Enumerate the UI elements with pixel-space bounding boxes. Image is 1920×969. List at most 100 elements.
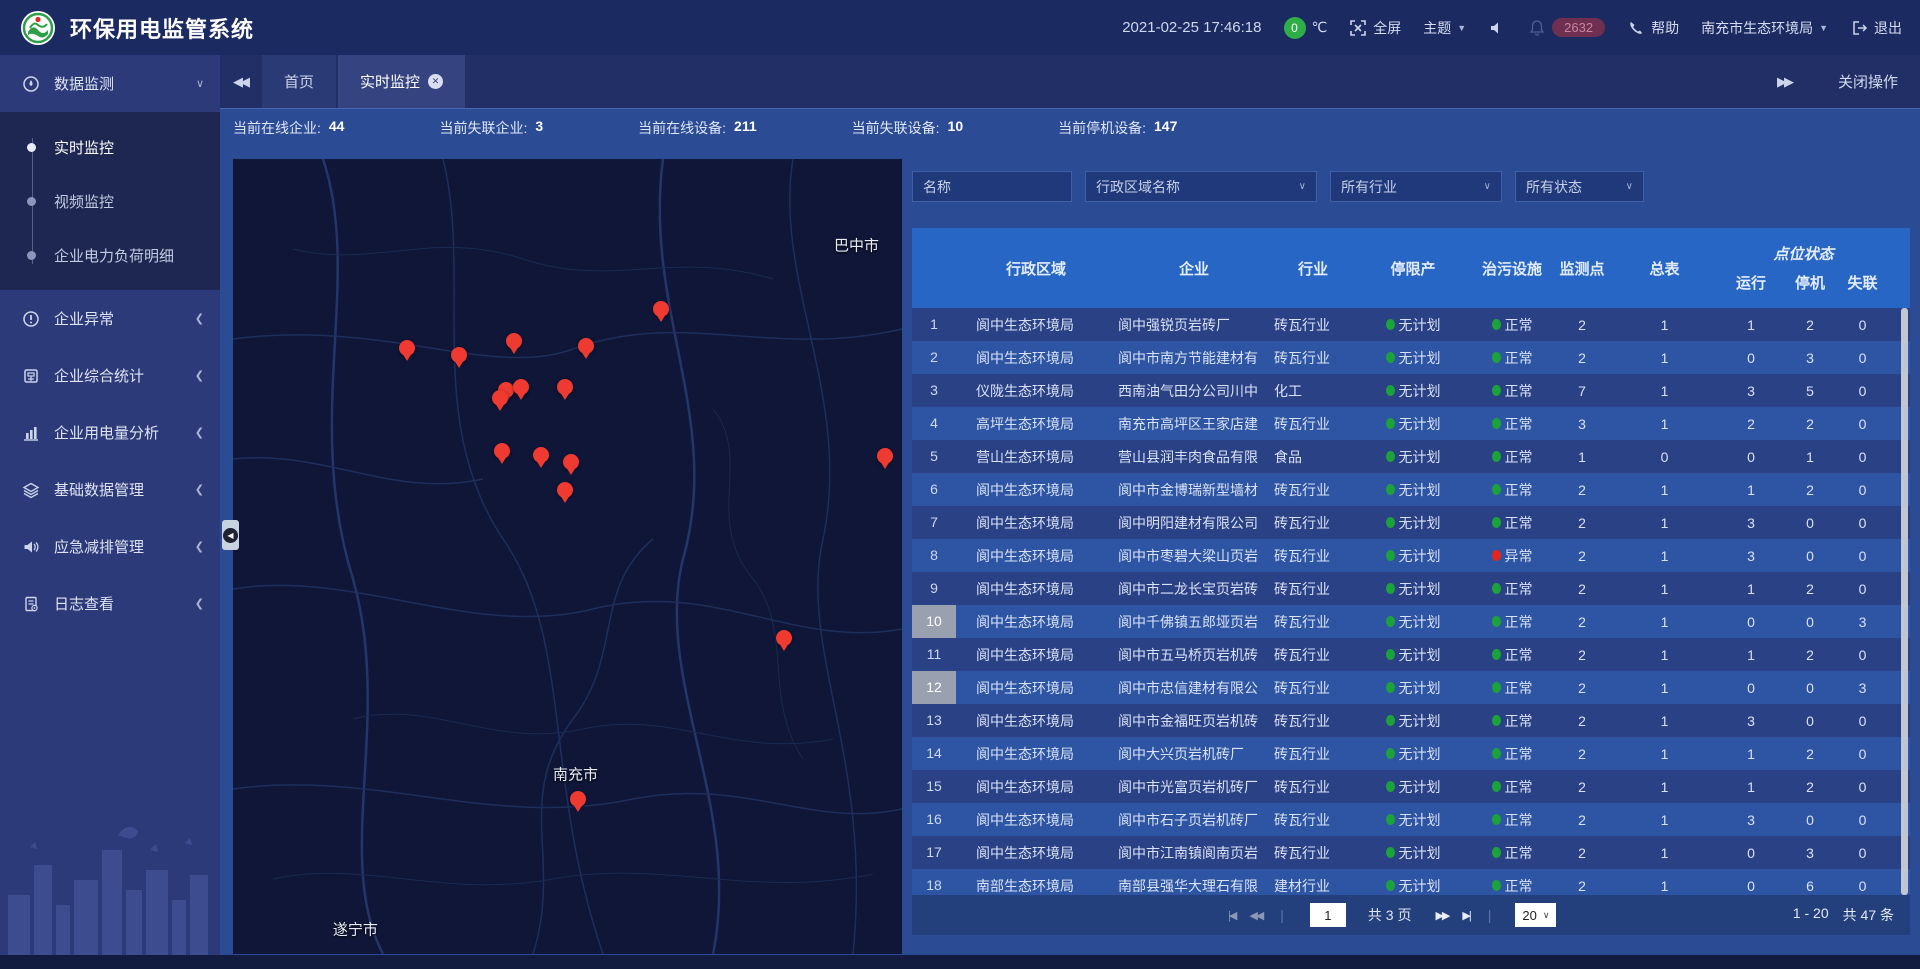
sidebar-item-视频监控[interactable]: 视频监控 bbox=[0, 174, 220, 228]
table-row[interactable]: 7 阆中生态环境局 阆中明阳建材有限公司 砖瓦行业 无计划 正常 2 1 3 0… bbox=[912, 506, 1910, 539]
cell-stop: 0 bbox=[1785, 680, 1835, 696]
sidebar-group-基础数据管理[interactable]: 基础数据管理 ❮ bbox=[0, 461, 220, 518]
mute-button[interactable] bbox=[1488, 19, 1506, 37]
table-row[interactable]: 16 阆中生态环境局 阆中市石子页岩机砖厂 砖瓦行业 无计划 正常 2 1 3 … bbox=[912, 803, 1910, 836]
status-select[interactable]: 所有状态∨ bbox=[1515, 171, 1644, 202]
sidebar-group-企业用电量分析[interactable]: 企业用电量分析 ❮ bbox=[0, 404, 220, 461]
sidebar-item-实时监控[interactable]: 实时监控 bbox=[0, 120, 220, 174]
cell-lost: 0 bbox=[1835, 746, 1890, 762]
map-pin[interactable] bbox=[557, 482, 573, 498]
close-operations-button[interactable]: 关闭操作 bbox=[1838, 71, 1898, 92]
org-dropdown[interactable]: 南充市生态环境局▼ bbox=[1701, 18, 1828, 38]
sidebar-group-应急减排管理[interactable]: 应急减排管理 ❮ bbox=[0, 518, 220, 575]
map-pin[interactable] bbox=[513, 379, 529, 395]
industry-select[interactable]: 所有行业∨ bbox=[1330, 171, 1502, 202]
map-pin[interactable] bbox=[563, 454, 579, 470]
notifications[interactable]: 2632 bbox=[1528, 18, 1605, 37]
sidebar-group-企业异常[interactable]: 企业异常 ❮ bbox=[0, 290, 220, 347]
next-page-button[interactable]: ▶▶ bbox=[1435, 909, 1448, 922]
name-search-input[interactable] bbox=[923, 179, 1061, 195]
table-row[interactable]: 8 阆中生态环境局 阆中市枣碧大梁山页岩 砖瓦行业 无计划 异常 2 1 3 0… bbox=[912, 539, 1910, 572]
page-size-select[interactable]: 20∨ bbox=[1515, 903, 1556, 927]
cell-stop: 2 bbox=[1785, 317, 1835, 333]
first-page-button[interactable]: |◀ bbox=[1228, 909, 1235, 922]
sidebar-group-数据监测[interactable]: 数据监测 ∨ bbox=[0, 55, 220, 112]
table-row[interactable]: 15 阆中生态环境局 阆中市光富页岩机砖厂 砖瓦行业 无计划 正常 2 1 1 … bbox=[912, 770, 1910, 803]
chevron-icon: ❮ bbox=[195, 483, 204, 496]
cell-index: 3 bbox=[912, 374, 956, 407]
cell-company: 西南油气田分公司川中 bbox=[1116, 381, 1272, 401]
theme-dropdown[interactable]: 主题▼ bbox=[1423, 18, 1466, 38]
sidebar-item-企业电力负荷明细[interactable]: 企业电力负荷明细 bbox=[0, 228, 220, 282]
table-row[interactable]: 3 仪陇生态环境局 西南油气田分公司川中 化工 无计划 正常 7 1 3 5 0 bbox=[912, 374, 1910, 407]
cell-run: 3 bbox=[1717, 515, 1785, 531]
map-pin[interactable] bbox=[776, 630, 792, 646]
map-pin[interactable] bbox=[570, 791, 586, 807]
fullscreen-button[interactable]: 全屏 bbox=[1349, 18, 1401, 38]
table-row[interactable]: 5 营山生态环境局 营山县润丰肉食品有限 食品 无计划 正常 1 0 0 1 0 bbox=[912, 440, 1910, 473]
name-search-field[interactable] bbox=[912, 171, 1072, 202]
table-scrollbar[interactable] bbox=[1901, 308, 1908, 895]
prev-page-button[interactable]: ◀◀ bbox=[1249, 909, 1262, 922]
cell-meters: 1 bbox=[1612, 845, 1717, 861]
sidebar-group-日志查看[interactable]: 日志查看 ❮ bbox=[0, 575, 220, 632]
map-pin[interactable] bbox=[494, 443, 510, 459]
status-dot bbox=[1492, 451, 1501, 462]
table-row[interactable]: 13 阆中生态环境局 阆中市金福旺页岩机砖 砖瓦行业 无计划 正常 2 1 3 … bbox=[912, 704, 1910, 737]
map-pin[interactable] bbox=[557, 379, 573, 395]
map-pin[interactable] bbox=[533, 447, 549, 463]
chart-icon bbox=[22, 424, 40, 442]
tabs-scroll-left-button[interactable]: ◀◀ bbox=[220, 55, 260, 108]
map-pin[interactable] bbox=[492, 390, 508, 406]
cell-industry: 砖瓦行业 bbox=[1272, 414, 1354, 434]
map-pin[interactable] bbox=[653, 301, 669, 317]
table-row[interactable]: 11 阆中生态环境局 阆中市五马桥页岩机砖 砖瓦行业 无计划 正常 2 1 1 … bbox=[912, 638, 1910, 671]
table-row[interactable]: 4 高坪生态环境局 南充市高坪区王家店建 砖瓦行业 无计划 正常 3 1 2 2… bbox=[912, 407, 1910, 440]
table-row[interactable]: 1 阆中生态环境局 阆中强锐页岩砖厂 砖瓦行业 无计划 正常 2 1 1 2 0 bbox=[912, 308, 1910, 341]
table-row[interactable]: 17 阆中生态环境局 阆中市江南镇阆南页岩 砖瓦行业 无计划 正常 2 1 0 … bbox=[912, 836, 1910, 869]
chevron-down-icon: ▼ bbox=[1819, 23, 1828, 33]
table-row[interactable]: 2 阆中生态环境局 阆中市南方节能建材有 砖瓦行业 无计划 正常 2 1 0 3… bbox=[912, 341, 1910, 374]
sidebar-collapse-button[interactable]: ◀ bbox=[222, 520, 239, 550]
tab-home[interactable]: 首页 bbox=[262, 55, 336, 108]
cell-stop: 0 bbox=[1785, 713, 1835, 729]
map-pin[interactable] bbox=[877, 448, 893, 464]
logout-icon bbox=[1850, 19, 1868, 37]
close-tab-icon[interactable]: ✕ bbox=[428, 74, 443, 89]
status-dot bbox=[1386, 418, 1395, 429]
table-row[interactable]: 18 南部生态环境局 南部县强华大理石有限 建材行业 无计划 正常 2 1 0 … bbox=[912, 869, 1910, 895]
cell-points: 2 bbox=[1552, 317, 1612, 333]
cell-stop: 2 bbox=[1785, 581, 1835, 597]
table-row[interactable]: 9 阆中生态环境局 阆中市二龙长宝页岩砖 砖瓦行业 无计划 正常 2 1 1 2… bbox=[912, 572, 1910, 605]
cell-bureau: 阆中生态环境局 bbox=[956, 315, 1116, 335]
last-page-button[interactable]: ▶| bbox=[1462, 909, 1469, 922]
map-pin[interactable] bbox=[451, 347, 467, 363]
cell-plan-status: 无计划 bbox=[1354, 513, 1472, 533]
bell-icon bbox=[1528, 19, 1546, 37]
region-select[interactable]: 行政区域名称∨ bbox=[1085, 171, 1317, 202]
logout-button[interactable]: 退出 bbox=[1850, 18, 1902, 38]
map-pin[interactable] bbox=[578, 338, 594, 354]
cell-bureau: 营山生态环境局 bbox=[956, 447, 1116, 467]
table-row[interactable]: 10 阆中生态环境局 阆中千佛镇五郎垭页岩 砖瓦行业 无计划 正常 2 1 0 … bbox=[912, 605, 1910, 638]
page-number-input[interactable] bbox=[1310, 903, 1346, 927]
table-row[interactable]: 14 阆中生态环境局 阆中大兴页岩机砖厂 砖瓦行业 无计划 正常 2 1 1 2… bbox=[912, 737, 1910, 770]
table-row[interactable]: 12 阆中生态环境局 阆中市忠信建材有限公 砖瓦行业 无计划 正常 2 1 0 … bbox=[912, 671, 1910, 704]
map-panel[interactable]: 巴中市 南充市 遂宁市 bbox=[233, 159, 902, 954]
cell-facility-status: 正常 bbox=[1472, 381, 1552, 401]
table-row[interactable]: 6 阆中生态环境局 阆中市金博瑞新型墙材 砖瓦行业 无计划 正常 2 1 1 2… bbox=[912, 473, 1910, 506]
sidebar-group-企业综合统计[interactable]: 企业综合统计 ❮ bbox=[0, 347, 220, 404]
sidebar-submenu: 实时监控 视频监控 企业电力负荷明细 bbox=[0, 112, 220, 290]
help-button[interactable]: 帮助 bbox=[1627, 18, 1679, 38]
tab-realtime-monitor[interactable]: 实时监控 ✕ bbox=[338, 55, 465, 108]
status-dot bbox=[1386, 715, 1395, 726]
cell-bureau: 阆中生态环境局 bbox=[956, 480, 1116, 500]
stat-item: 当前在线设备:211 bbox=[638, 118, 756, 138]
map-pin[interactable] bbox=[399, 340, 415, 356]
map-pin[interactable] bbox=[506, 333, 522, 349]
cell-company: 阆中千佛镇五郎垭页岩 bbox=[1116, 612, 1272, 632]
cell-plan-status: 无计划 bbox=[1354, 348, 1472, 368]
cell-company: 阆中市江南镇阆南页岩 bbox=[1116, 843, 1272, 863]
cell-stop: 6 bbox=[1785, 878, 1835, 894]
tabs-scroll-right-button[interactable]: ▶▶ bbox=[1764, 74, 1804, 90]
